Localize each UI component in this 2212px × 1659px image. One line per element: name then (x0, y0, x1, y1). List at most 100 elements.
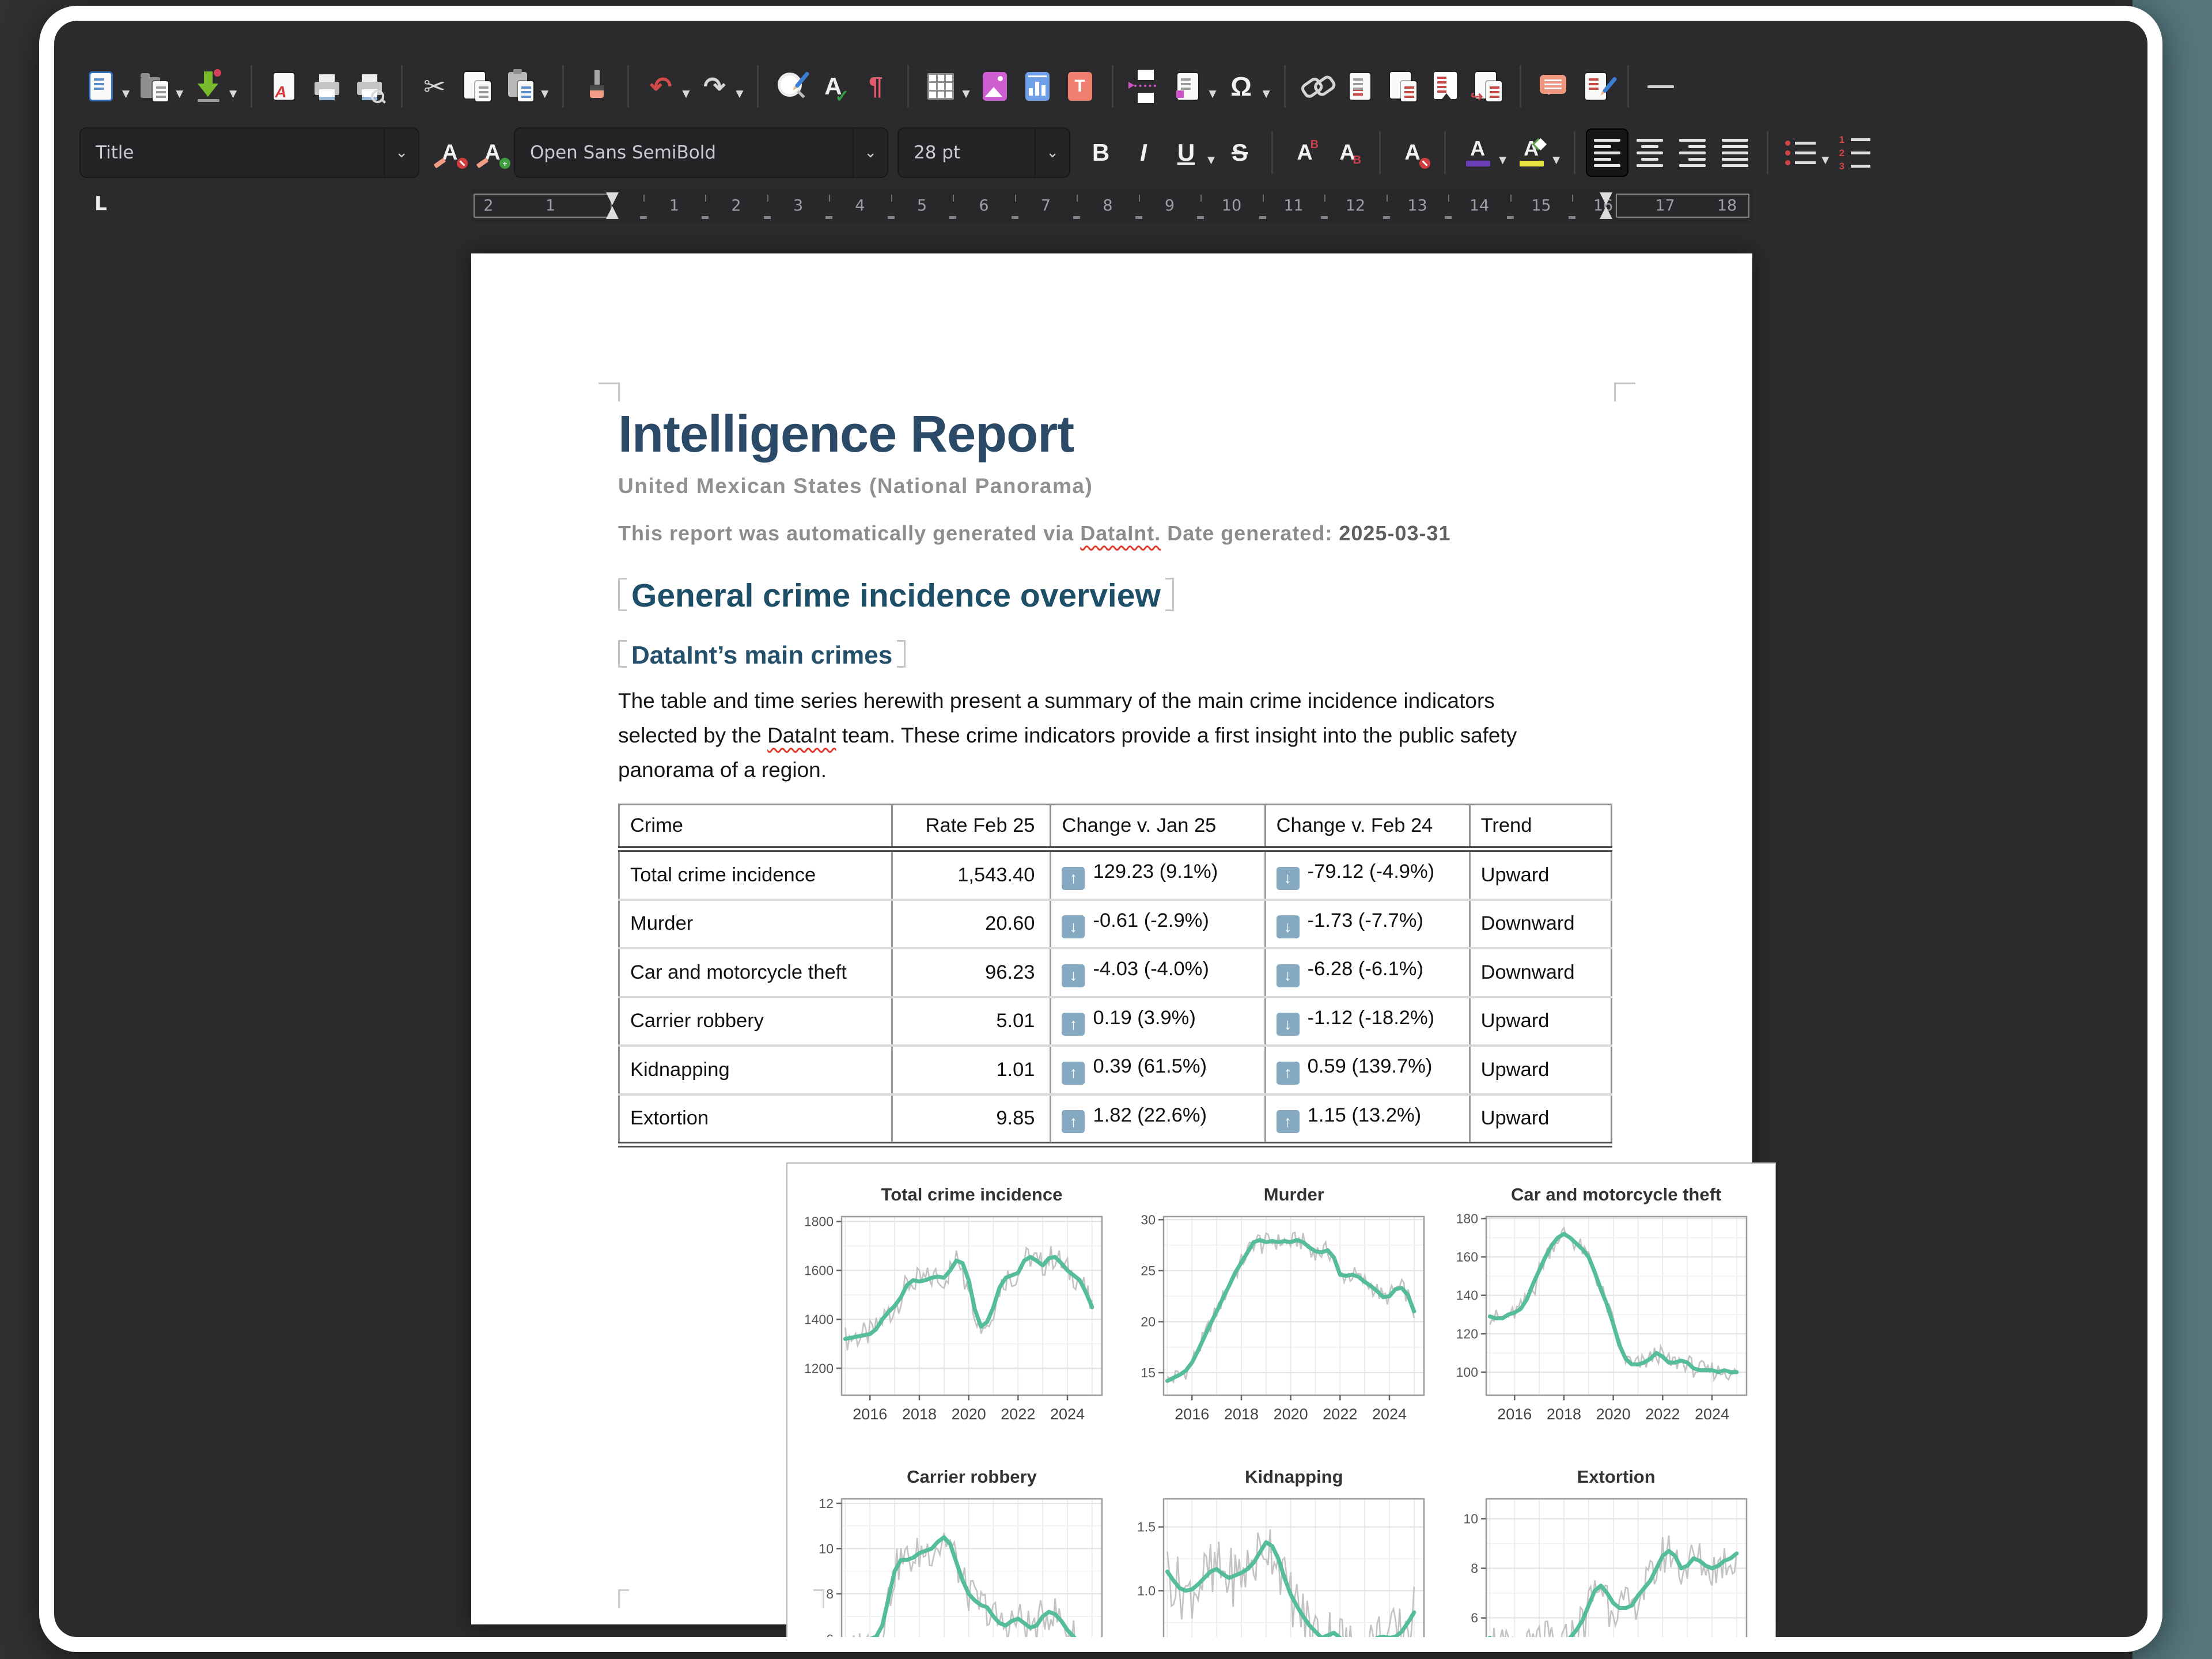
first-line-indent-marker[interactable] (606, 206, 619, 219)
document-page[interactable]: Intelligence Report United Mexican State… (471, 253, 1752, 1624)
copy-button[interactable] (456, 62, 498, 111)
undo-dropdown-icon[interactable]: ▼ (682, 88, 690, 100)
insert-field-button[interactable] (1166, 62, 1209, 111)
bold-button[interactable]: B (1080, 128, 1122, 177)
change-yoy-cell[interactable]: ↓-1.73 (-7.7%) (1265, 900, 1469, 949)
change-mom-cell[interactable]: ↑0.19 (3.9%) (1051, 997, 1265, 1046)
new-style-button[interactable]: A+ (471, 128, 514, 177)
body-paragraph[interactable]: The table and time series herewith prese… (618, 684, 1614, 787)
font-color-dropdown-icon[interactable]: ▼ (1499, 154, 1506, 166)
crime-cell[interactable]: Total crime incidence (619, 849, 892, 900)
left-indent-marker[interactable] (606, 192, 619, 205)
tab-stop-selector[interactable]: L (94, 192, 107, 215)
trend-cell[interactable]: Upward (1469, 997, 1611, 1046)
clear-formatting-button[interactable]: A (1391, 128, 1434, 177)
horizontal-line-button[interactable] (1639, 62, 1682, 111)
generated-line[interactable]: This report was automatically generated … (618, 521, 1614, 546)
bookmark-button[interactable] (1424, 62, 1467, 111)
rate-cell[interactable]: 1,543.40 (892, 849, 1051, 900)
change-yoy-cell[interactable]: ↓-1.12 (-18.2%) (1265, 997, 1469, 1046)
align-center-button[interactable] (1628, 128, 1671, 177)
new-document-button[interactable] (79, 62, 122, 111)
hyperlink-button[interactable] (1296, 62, 1339, 111)
align-left-button[interactable] (1586, 128, 1628, 177)
change-mom-cell[interactable]: ↑129.23 (9.1%) (1051, 849, 1265, 900)
trend-cell[interactable]: Upward (1469, 1094, 1611, 1145)
crime-cell[interactable]: Kidnapping (619, 1046, 892, 1094)
font-name-combo[interactable]: Open Sans SemiBold⌄ (514, 127, 888, 178)
strikethrough-button[interactable]: S (1218, 128, 1261, 177)
bullet-list-button[interactable] (1779, 128, 1821, 177)
undo-button[interactable]: ↶ (639, 62, 682, 111)
insert-table-button[interactable] (919, 62, 962, 111)
doc-subtitle[interactable]: United Mexican States (National Panorama… (618, 474, 1614, 498)
formatting-marks-button[interactable]: ¶ (854, 62, 897, 111)
special-character-dropdown-icon[interactable]: ▼ (1263, 88, 1270, 100)
change-mom-cell[interactable]: ↓-4.03 (-4.0%) (1051, 948, 1265, 997)
open-button[interactable] (133, 62, 176, 111)
find-replace-button[interactable] (769, 62, 812, 111)
crime-cell[interactable]: Murder (619, 900, 892, 949)
charts-figure[interactable]: Total crime incidence1200140016001800201… (786, 1162, 1776, 1637)
doc-title[interactable]: Intelligence Report (618, 407, 1614, 463)
clone-formatting-button[interactable] (574, 62, 617, 111)
paragraph-style-combo[interactable]: Title⌄ (79, 127, 419, 178)
paragraph-style-combo-chevron-icon[interactable]: ⌄ (384, 128, 418, 177)
heading-2[interactable]: DataInt’s main crimes (618, 640, 1614, 670)
insert-textbox-button[interactable]: T (1059, 62, 1101, 111)
trend-cell[interactable]: Upward (1469, 1046, 1611, 1094)
col-header[interactable]: Change v. Feb 24 (1265, 805, 1469, 850)
change-yoy-cell[interactable]: ↓-79.12 (-4.9%) (1265, 849, 1469, 900)
trend-cell[interactable]: Downward (1469, 948, 1611, 997)
crime-cell[interactable]: Extortion (619, 1094, 892, 1145)
crime-cell[interactable]: Carrier robbery (619, 997, 892, 1046)
cut-button[interactable]: ✂ (413, 62, 456, 111)
numbered-list-button[interactable]: 123 (1832, 128, 1875, 177)
heading-1[interactable]: General crime incidence overview (618, 577, 1614, 615)
paste-button[interactable] (498, 62, 541, 111)
new-document-dropdown-icon[interactable]: ▼ (122, 88, 130, 100)
update-style-button[interactable]: A (429, 128, 471, 177)
italic-button[interactable]: I (1122, 128, 1165, 177)
align-right-button[interactable] (1671, 128, 1714, 177)
col-header[interactable]: Trend (1469, 805, 1611, 850)
bullet-list-dropdown-icon[interactable]: ▼ (1821, 154, 1829, 166)
trend-cell[interactable]: Downward (1469, 900, 1611, 949)
paste-dropdown-icon[interactable]: ▼ (541, 88, 548, 100)
change-mom-cell[interactable]: ↑0.39 (61.5%) (1051, 1046, 1265, 1094)
underline-dropdown-icon[interactable]: ▼ (1207, 154, 1215, 166)
col-header[interactable]: Change v. Jan 25 (1051, 805, 1265, 850)
subscript-button[interactable]: AB (1326, 128, 1369, 177)
rate-cell[interactable]: 5.01 (892, 997, 1051, 1046)
insert-chart-button[interactable] (1016, 62, 1059, 111)
rate-cell[interactable]: 96.23 (892, 948, 1051, 997)
font-color-button[interactable]: A (1456, 128, 1499, 177)
print-button[interactable] (305, 62, 348, 111)
change-mom-cell[interactable]: ↓-0.61 (-2.9%) (1051, 900, 1265, 949)
insert-image-button[interactable] (974, 62, 1016, 111)
spelling-button[interactable]: A✓ (812, 62, 854, 111)
right-indent-marker[interactable] (1600, 192, 1612, 205)
print-preview-button[interactable] (348, 62, 391, 111)
page-break-button[interactable] (1124, 62, 1166, 111)
redo-button[interactable]: ↷ (693, 62, 736, 111)
open-dropdown-icon[interactable]: ▼ (176, 88, 183, 100)
crime-table[interactable]: CrimeRate Feb 25Change v. Jan 25Change v… (618, 804, 1612, 1147)
highlight-color-button[interactable]: A (1510, 128, 1552, 177)
save-button[interactable] (187, 62, 229, 111)
col-header[interactable]: Rate Feb 25 (892, 805, 1051, 850)
insert-field-dropdown-icon[interactable]: ▼ (1209, 88, 1217, 100)
special-character-button[interactable]: Ω (1220, 62, 1263, 111)
trend-cell[interactable]: Upward (1469, 849, 1611, 900)
underline-button[interactable]: U (1165, 128, 1207, 177)
export-pdf-button[interactable]: A (263, 62, 305, 111)
crime-cell[interactable]: Car and motorcycle theft (619, 948, 892, 997)
insert-table-dropdown-icon[interactable]: ▼ (962, 88, 969, 100)
change-yoy-cell[interactable]: ↑0.59 (139.7%) (1265, 1046, 1469, 1094)
insert-footnote-button[interactable] (1339, 62, 1381, 111)
cross-reference-button[interactable]: ↪ (1467, 62, 1509, 111)
save-dropdown-icon[interactable]: ▼ (229, 88, 237, 100)
rate-cell[interactable]: 1.01 (892, 1046, 1051, 1094)
change-yoy-cell[interactable]: ↑1.15 (13.2%) (1265, 1094, 1469, 1145)
redo-dropdown-icon[interactable]: ▼ (736, 88, 743, 100)
